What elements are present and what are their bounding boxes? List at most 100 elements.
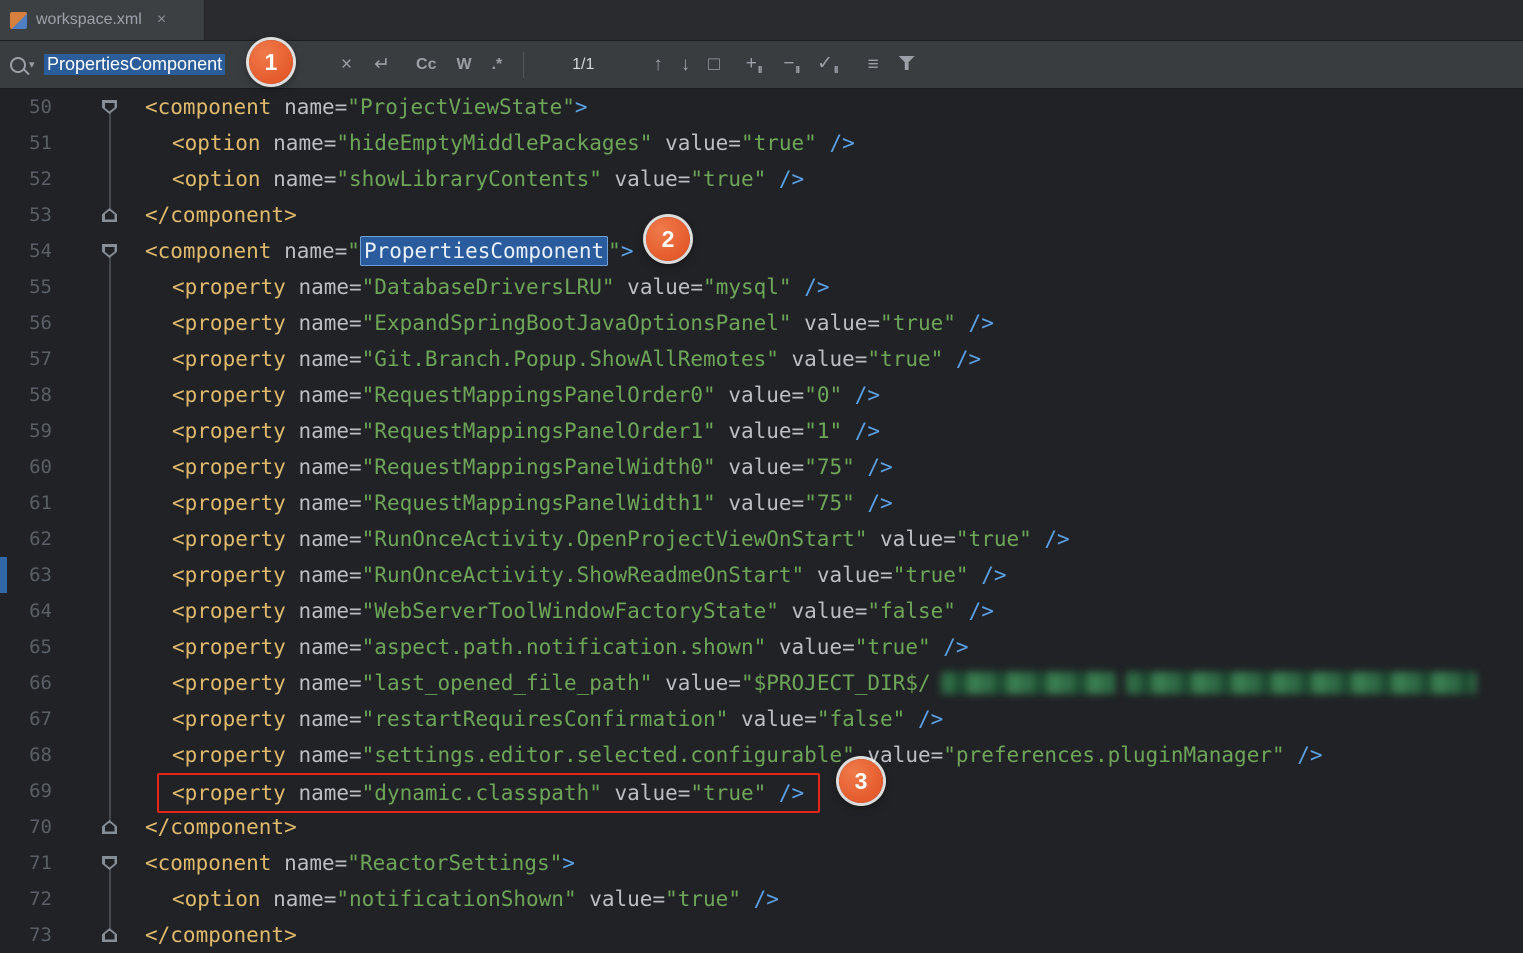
code-token: value= [792,311,881,335]
code-line: 62<property name="RunOnceActivity.OpenPr… [0,521,1523,557]
fold-marker-icon[interactable] [102,208,117,222]
code-token: name= [261,131,337,155]
code-editor[interactable]: 50<component name="ProjectViewState">51<… [0,89,1523,953]
code-token: "true" [867,347,943,371]
code-token: /> [842,383,880,407]
code-token: "ReactorSettings" [347,851,562,875]
code-token: "RequestMappingsPanelWidth0" [362,455,716,479]
fold-marker-icon[interactable] [102,820,117,834]
line-number: 69 [0,773,52,809]
tab-workspace-xml[interactable]: workspace.xml × [0,0,205,40]
fold-marker-icon[interactable] [102,100,117,114]
regex-toggle[interactable]: .* [487,53,508,77]
line-number: 57 [0,341,52,377]
code-token: " [347,239,360,263]
code-token: <property [172,781,286,805]
code-token: <property [172,275,286,299]
step-badge-2: 2 [646,217,690,261]
fold-gutter [98,449,122,485]
code-line: 73</component> [0,917,1523,953]
close-tab-icon[interactable]: × [157,11,166,29]
remove-occurrence-icon[interactable]: −II [778,50,804,80]
code-token: name= [286,527,362,551]
code-token: "true" [880,311,956,335]
code-token: <property [172,671,286,695]
clear-search-icon[interactable]: × [336,51,357,78]
code-token: value= [867,527,956,551]
code-token: /> [792,275,830,299]
code-token: name= [286,383,362,407]
code-token: "settings.editor.selected.configurable" [362,743,855,767]
code-token: </component> [145,815,297,839]
code-token: "true" [956,527,1032,551]
code-token: "true" [665,887,741,911]
open-results-in-window-icon[interactable]: □ [703,51,724,78]
code-token: "false" [817,707,906,731]
code-text: <option name="showLibraryContents" value… [122,161,804,197]
code-token: value= [728,707,817,731]
fold-gutter [98,737,122,773]
match-case-toggle[interactable]: Cc [411,53,441,77]
redacted-region [941,672,1116,694]
filter-icon[interactable] [894,51,920,78]
line-number: 51 [0,125,52,161]
search-history-chevron-icon[interactable]: ▾ [29,58,35,71]
fold-marker-icon[interactable] [102,856,117,870]
whole-words-toggle[interactable]: W [451,53,476,77]
fold-marker-icon[interactable] [102,928,117,942]
code-token: /> [943,347,981,371]
code-text: <component name="ProjectViewState"> [122,89,588,125]
code-token: <property [172,419,286,443]
search-match-highlight: PropertiesComponent [360,236,608,266]
search-options-icon[interactable]: ≡ [863,51,884,78]
code-line: 53</component> [0,197,1523,233]
code-token: "true" [741,131,817,155]
code-token: /> [956,311,994,335]
code-token: "notificationShown" [336,887,576,911]
editor-tab-bar: workspace.xml × [0,0,1523,41]
fold-gutter [98,161,122,197]
select-all-occurrences-icon[interactable]: ✓II [812,50,842,80]
code-token: name= [286,419,362,443]
line-number: 54 [0,233,52,269]
code-text: <property name="WebServerToolWindowFacto… [122,593,994,629]
add-occurrence-icon[interactable]: +II [741,50,767,80]
code-line: 65<property name="aspect.path.notificati… [0,629,1523,665]
newline-icon[interactable]: ↵ [369,51,395,78]
code-token: </component> [145,203,297,227]
code-token: "hideEmptyMiddlePackages" [336,131,652,155]
code-token: " [608,239,621,263]
code-text: <property name="settings.editor.selected… [122,737,1323,773]
code-token: name= [271,851,347,875]
code-token: value= [766,635,855,659]
code-token: name= [286,671,362,695]
code-token: > [575,95,588,119]
code-text: <component name="PropertiesComponent"> [122,233,633,269]
code-text: </component> [122,917,297,953]
code-text: <property name="RequestMappingsPanelWidt… [122,449,893,485]
code-token: "true" [690,167,766,191]
code-token: name= [286,635,362,659]
code-token: /> [842,419,880,443]
code-token: value= [716,383,805,407]
code-token: <property [172,347,286,371]
code-token: value= [779,347,868,371]
code-token: <property [172,311,286,335]
next-occurrence-icon[interactable]: ↓ [676,51,696,78]
code-token: value= [804,563,893,587]
fold-gutter [98,629,122,665]
code-token: value= [602,167,691,191]
code-token: value= [652,671,741,695]
code-token: <component [145,95,271,119]
search-icon[interactable]: ▾ [10,57,44,73]
code-line: 60<property name="RequestMappingsPanelWi… [0,449,1523,485]
code-token: name= [286,347,362,371]
xml-file-icon [10,12,27,29]
previous-occurrence-icon[interactable]: ↑ [648,51,668,78]
code-token: "showLibraryContents" [336,167,602,191]
magnifier-icon [10,57,26,73]
fold-marker-icon[interactable] [102,244,117,258]
code-token: name= [286,455,362,479]
code-token: <property [172,563,286,587]
line-number: 72 [0,881,52,917]
